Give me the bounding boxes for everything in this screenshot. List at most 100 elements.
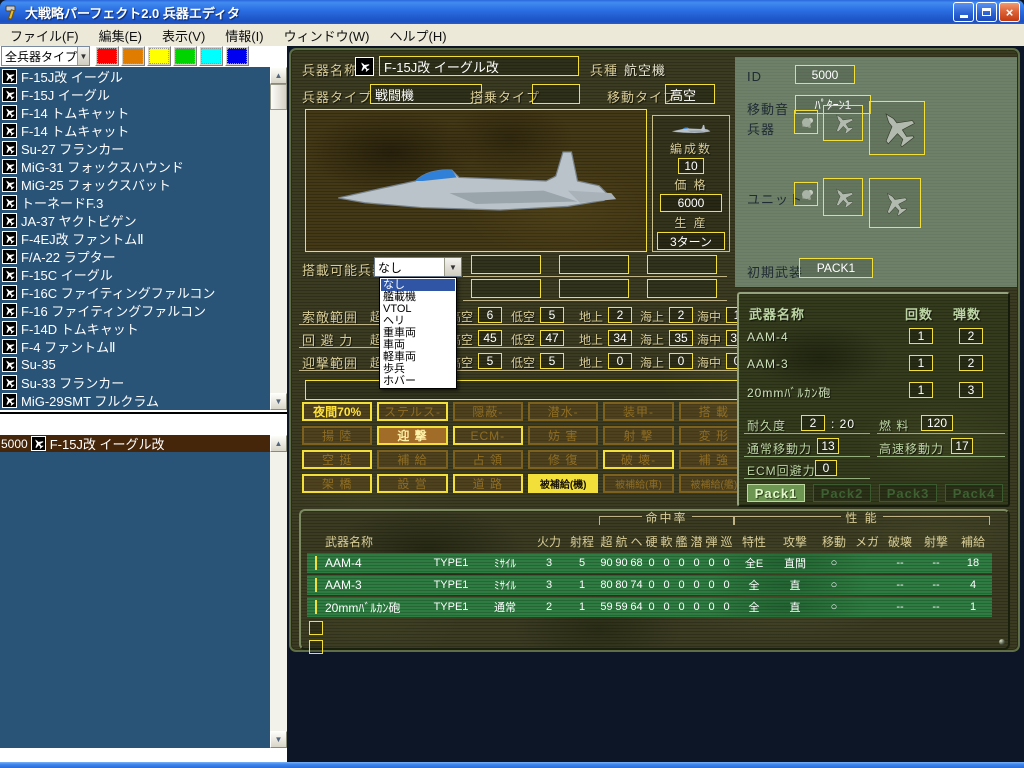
price-field[interactable]: 6000 [660, 194, 722, 212]
list-item[interactable]: F-15J改 イーグル [0, 67, 287, 85]
ecm-evasion-field[interactable]: 0 [815, 460, 837, 476]
row-checkbox[interactable] [315, 600, 317, 614]
list-item[interactable]: F-14 トムキャット [0, 121, 287, 139]
row-checkbox[interactable] [315, 556, 317, 570]
formation-field[interactable]: 10 [678, 158, 704, 174]
ability-repair[interactable]: 修 復 [528, 450, 598, 469]
ability-destroy[interactable]: 破 壊- [603, 450, 673, 469]
row-checkbox[interactable] [309, 640, 323, 654]
stat-field[interactable]: 5 [540, 353, 564, 369]
ride-type-field[interactable] [532, 84, 580, 104]
weapon-icon-medium[interactable] [823, 105, 863, 141]
stat-field[interactable]: 35 [669, 330, 693, 346]
pack2-button[interactable]: Pack2 [813, 484, 871, 502]
list-item[interactable]: Su-33 フランカー [0, 373, 287, 391]
high-move-field[interactable]: 17 [951, 438, 973, 454]
chevron-down-icon[interactable]: ▼ [444, 258, 461, 276]
carry-combobox[interactable]: なし ▼ [374, 257, 462, 277]
list-item[interactable]: F-4 ファントムⅡ [0, 337, 287, 355]
scroll-down-icon[interactable]: ▼ [270, 393, 287, 410]
stat-field[interactable]: 45 [478, 330, 502, 346]
color-swatch-orange[interactable] [121, 46, 145, 66]
ability-resupply-air[interactable]: 被補給(機) [528, 474, 598, 493]
stat-field[interactable]: 47 [540, 330, 564, 346]
ability-stealth[interactable]: ステルス- [377, 402, 447, 421]
ability-jamming[interactable]: 妨 害 [528, 426, 598, 445]
color-swatch-cyan[interactable] [199, 46, 223, 66]
weapon-icon-tiny[interactable] [794, 110, 818, 134]
scroll-down-icon[interactable]: ▼ [270, 731, 287, 748]
normal-move-field[interactable]: 13 [817, 438, 839, 454]
carry-slot-field[interactable] [471, 279, 541, 298]
ability-airborne[interactable]: 空 挺 [302, 450, 372, 469]
unit-icon-large[interactable] [869, 178, 921, 228]
ammo-field[interactable]: 2 [959, 328, 983, 344]
list-item[interactable]: F-4EJ改 ファントムⅡ [0, 229, 287, 247]
menu-window[interactable]: ウィンドウ(W) [274, 26, 380, 45]
stat-field[interactable]: 0 [608, 353, 632, 369]
stat-field[interactable]: 0 [669, 353, 693, 369]
ability-dive[interactable]: 潜水- [528, 402, 598, 421]
menu-info[interactable]: 情報(I) [215, 26, 273, 45]
notes-field[interactable] [305, 380, 749, 400]
stat-field[interactable]: 34 [608, 330, 632, 346]
list-item[interactable]: Su-27 フランカー [0, 139, 287, 157]
row-checkbox[interactable] [315, 578, 317, 592]
stat-field[interactable]: 2 [669, 307, 693, 323]
count-field[interactable]: 1 [909, 382, 933, 398]
ability-ecm[interactable]: ECM- [453, 426, 523, 445]
pack1-button[interactable]: Pack1 [747, 484, 805, 502]
carry-slot-field[interactable] [647, 279, 717, 298]
production-field[interactable]: 3ターン [657, 232, 725, 250]
list-item[interactable]: MiG-31 フォックスハウンド [0, 157, 287, 175]
color-swatch-red[interactable] [95, 46, 119, 66]
durability-field[interactable]: 2 [801, 415, 825, 431]
list-item[interactable]: F-14D トムキャット [0, 319, 287, 337]
dropdown-option[interactable]: 歩兵 [381, 363, 455, 375]
dropdown-option[interactable]: 重車両 [381, 327, 455, 339]
ability-armor[interactable]: 装甲- [603, 402, 673, 421]
dropdown-option[interactable]: なし [381, 279, 455, 291]
weapon-type-field[interactable]: 戦闘機 [370, 84, 482, 104]
list-item[interactable]: F-14 トムキャット [0, 103, 287, 121]
list-item[interactable]: トーネードF.3 [0, 193, 287, 211]
stat-field[interactable]: 5 [478, 353, 502, 369]
carry-slot-field[interactable] [559, 255, 629, 274]
ability-supply[interactable]: 補 給 [377, 450, 447, 469]
unit-icon-medium[interactable] [823, 178, 863, 216]
dropdown-option[interactable]: ヘリ [381, 315, 455, 327]
minimize-button[interactable] [953, 2, 974, 22]
pack3-button[interactable]: Pack3 [879, 484, 937, 502]
weapon-name-field[interactable]: F-15J改 イーグル改 [379, 56, 579, 76]
list-item[interactable]: F-15C イーグル [0, 265, 287, 283]
list-item[interactable]: Su-35 [0, 355, 287, 373]
unit-icon-tiny[interactable] [794, 182, 818, 206]
list-item[interactable]: F-16 ファイティングファルコン [0, 301, 287, 319]
restore-button[interactable] [976, 2, 997, 22]
ability-landing[interactable]: 揚 陸 [302, 426, 372, 445]
chevron-down-icon[interactable]: ▼ [77, 47, 89, 65]
move-type-field[interactable]: 高空 [665, 84, 715, 104]
ability-night[interactable]: 夜間70% [302, 402, 372, 421]
weapon-icon-large[interactable] [869, 101, 925, 155]
color-swatch-blue[interactable] [225, 46, 249, 66]
carry-slot-field[interactable] [647, 255, 717, 274]
weapon-type-filter[interactable]: 全兵器タイプ ▼ [1, 46, 90, 66]
close-button[interactable]: × [999, 2, 1020, 22]
selected-weapon-row[interactable]: 5000 F-15J改 イーグル改 [0, 435, 287, 452]
ammo-field[interactable]: 3 [959, 382, 983, 398]
stat-field[interactable]: 6 [478, 307, 502, 323]
initial-armament-field[interactable]: PACK1 [799, 258, 873, 278]
selected-list-scrollbar[interactable]: ▲ ▼ [270, 435, 287, 748]
scroll-up-icon[interactable]: ▲ [270, 67, 287, 84]
list-item[interactable]: MiG-25 フォックスバット [0, 175, 287, 193]
list-item[interactable]: JA-37 ヤクトビゲン [0, 211, 287, 229]
dropdown-option[interactable]: 軽車両 [381, 351, 455, 363]
ability-conceal[interactable]: 隠蔽- [453, 402, 523, 421]
stat-field[interactable]: 5 [540, 307, 564, 323]
dropdown-option[interactable]: 艦載機 [381, 291, 455, 303]
stat-field[interactable]: 2 [608, 307, 632, 323]
dropdown-option[interactable]: ホバー [381, 375, 455, 387]
menu-view[interactable]: 表示(V) [152, 26, 215, 45]
color-swatch-yellow[interactable] [147, 46, 171, 66]
